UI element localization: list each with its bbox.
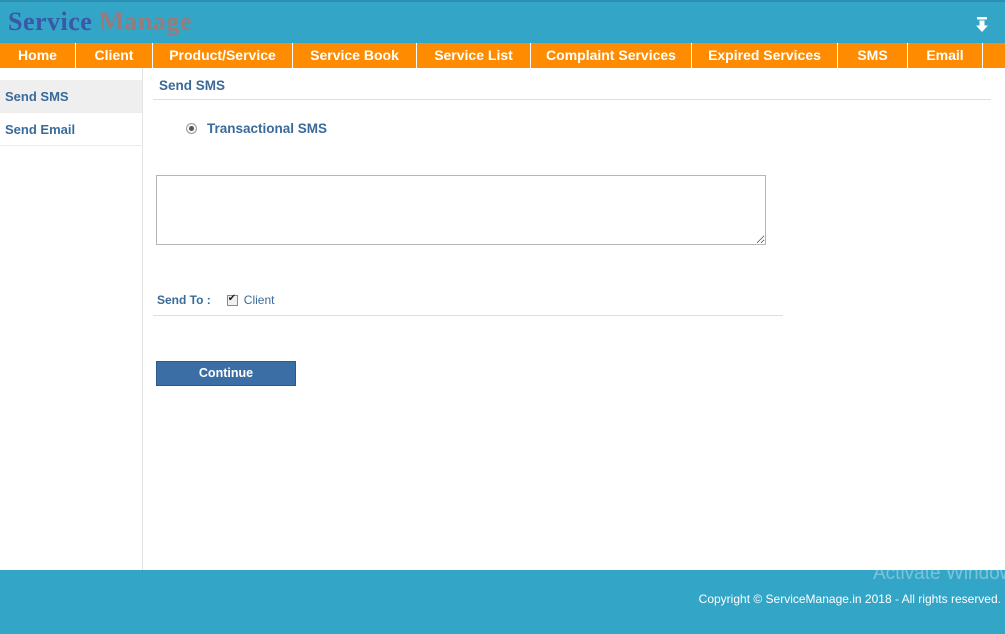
nav-service-book[interactable]: Service Book [293, 43, 417, 68]
nav-expired-services[interactable]: Expired Services [692, 43, 838, 68]
logo: Service Manage [8, 7, 192, 37]
nav-home[interactable]: Home [0, 43, 76, 68]
client-checkbox-label: Client [243, 293, 275, 307]
title-divider [153, 99, 991, 100]
sms-type-option: Transactional SMS [186, 121, 327, 136]
main-nav: Home Client Product/Service Service Book… [0, 43, 1005, 68]
continue-button[interactable]: Continue [156, 361, 296, 386]
page-title: Send SMS [159, 78, 226, 93]
sidebar: Send SMS Send Email [0, 68, 143, 570]
nav-service-list[interactable]: Service List [417, 43, 531, 68]
send-to-label: Send To : [157, 293, 211, 307]
nav-client[interactable]: Client [76, 43, 153, 68]
transactional-sms-radio[interactable] [186, 123, 197, 134]
nav-complaint-services[interactable]: Complaint Services [531, 43, 692, 68]
logo-service: Service [8, 7, 93, 36]
nav-sms[interactable]: SMS [838, 43, 908, 68]
copyright-text: Copyright © ServiceManage.in 2018 - All … [698, 592, 1001, 606]
activation-watermark: Activate Windows [873, 563, 1005, 584]
message-textarea[interactable] [156, 175, 766, 245]
send-to-divider [153, 315, 783, 316]
sidebar-item-send-email[interactable]: Send Email [0, 113, 142, 146]
nav-product-service[interactable]: Product/Service [153, 43, 293, 68]
sidebar-item-send-sms[interactable]: Send SMS [0, 80, 142, 113]
nav-email[interactable]: Email [908, 43, 983, 68]
logout-icon[interactable] [975, 17, 989, 33]
logo-manage: Manage [99, 7, 192, 36]
footer: Activate Windows Copyright © ServiceMana… [0, 563, 1005, 634]
top-header: Service Manage [0, 0, 1005, 43]
transactional-sms-label: Transactional SMS [207, 121, 328, 136]
send-to-row: Send To : Client [157, 293, 275, 308]
main-content: Send SMS Transactional SMS Send To : Cli… [143, 68, 1005, 570]
client-checkbox[interactable] [226, 293, 238, 306]
